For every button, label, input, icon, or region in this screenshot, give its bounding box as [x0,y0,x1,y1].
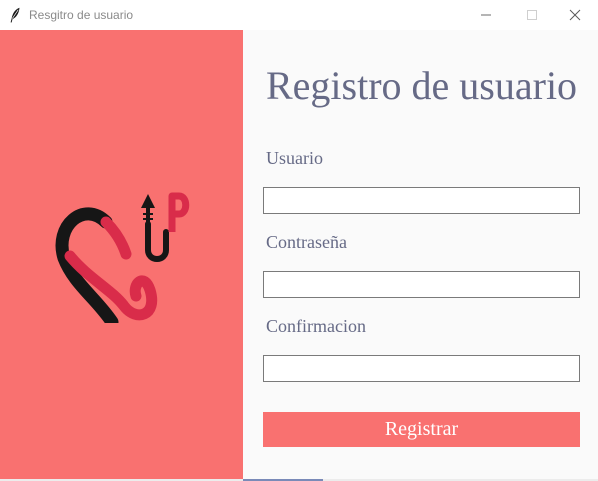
minimize-icon [481,14,491,16]
registration-window: Resgitro de usuario Registro de usuario … [0,0,598,481]
password-field[interactable] [263,271,580,298]
window-title: Resgitro de usuario [29,8,134,22]
username-label: Usuario [266,148,323,168]
confirm-password-field[interactable] [263,355,580,382]
brand-panel [0,30,243,481]
title-bar[interactable]: Resgitro de usuario [0,0,598,30]
minimize-button[interactable] [463,0,509,30]
sup-logo [55,192,190,323]
register-button[interactable]: Registrar [263,412,580,447]
username-field[interactable] [263,187,580,214]
close-icon [569,9,581,21]
confirm-password-label: Confirmacion [266,316,366,336]
maximize-button[interactable] [509,0,555,30]
password-label: Contraseña [266,232,347,252]
feather-icon [10,7,20,23]
maximize-icon [527,10,537,20]
page-title: Registro de usuario [266,63,578,108]
close-button[interactable] [552,0,598,30]
registration-form: Registro de usuario Usuario Contraseña C… [243,30,598,479]
